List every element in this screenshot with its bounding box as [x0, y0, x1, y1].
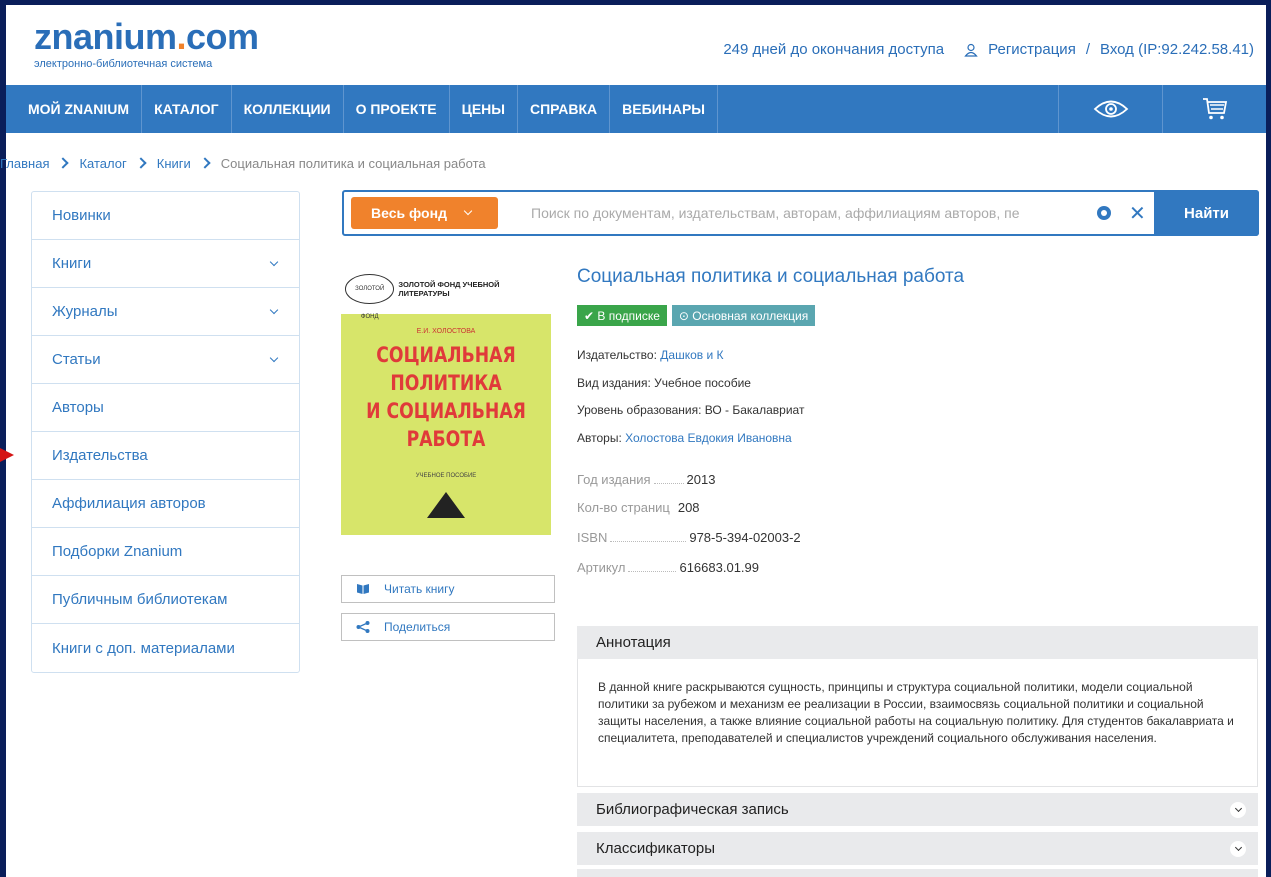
red-arrow-marker	[0, 448, 14, 462]
sidebar-item-authors[interactable]: Авторы	[32, 384, 299, 432]
chevron-right-icon	[135, 157, 147, 169]
education-level: Уровень образования: ВО - Бакалавриат	[577, 403, 805, 417]
accessibility-eye-button[interactable]	[1058, 85, 1162, 133]
isbn-row: ISBN 978-5-394-02003-2	[577, 530, 801, 545]
account-bar: 249 дней до окончания доступа Регистраци…	[723, 41, 1254, 58]
chevron-down-icon	[463, 206, 473, 216]
nav-tools	[1058, 85, 1266, 133]
search-scope-dropdown[interactable]: Весь фонд	[351, 197, 498, 229]
collection-badge[interactable]: ⊙ Основная коллекция	[671, 305, 816, 326]
author-link[interactable]: Холостова Евдокия Ивановна	[625, 431, 792, 445]
chevron-right-icon	[199, 157, 211, 169]
cover-seal-logo: ЗОЛОТОЙ ФОНД	[345, 274, 395, 320]
breadcrumb: Главная Каталог Книги Социальная политика и…	[0, 156, 486, 171]
subscription-badge: ✔ В подписке	[577, 305, 667, 326]
sidebar-item-public-libraries[interactable]: Публичным библиотекам	[32, 576, 299, 624]
sidebar-item-articles[interactable]: Статьи	[32, 336, 299, 384]
access-days-link[interactable]: 249 дней до окончания доступа	[723, 41, 944, 58]
pages-row: Кол-во страниц 208	[577, 500, 700, 515]
article-value: 616683.01.99	[679, 560, 759, 575]
bibliography-panel-header[interactable]: Библиографическая запись	[577, 793, 1258, 826]
sidebar-item-publishers[interactable]: Издательства	[32, 432, 299, 480]
article-row: Артикул 616683.01.99	[577, 560, 759, 575]
book-icon	[357, 584, 369, 594]
site-logo[interactable]: znanium.com	[34, 19, 259, 55]
share-button[interactable]: Поделиться	[341, 613, 555, 641]
sidebar-item-affiliations[interactable]: Аффилиация авторов	[32, 480, 299, 528]
nav-my-znanium[interactable]: МОЙ ZNANIUM	[6, 85, 143, 133]
user-icon	[964, 43, 978, 57]
book-title: Социальная политика и социальная работа	[577, 266, 965, 287]
search-bar: Весь фонд Поиск по документам, издательс…	[342, 190, 1259, 236]
read-book-button[interactable]: Читать книгу	[341, 575, 555, 603]
publisher-logo-icon	[427, 492, 465, 518]
logo-subtitle: электронно-библиотечная система	[34, 58, 213, 70]
cover-title-line-1: СОЦИАЛЬНАЯ ПОЛИТИКА	[376, 343, 516, 395]
annotation-text: В данной книге раскрываются сущность, пр…	[577, 659, 1258, 787]
eye-icon	[1093, 100, 1128, 118]
chevron-right-icon	[57, 157, 70, 169]
login-link[interactable]: Вход (IP:92.242.58.41)	[1100, 41, 1254, 58]
cover-type: УЧЕБНОЕ ПОСОБИЕ	[415, 473, 477, 479]
close-icon[interactable]: ✕	[1129, 201, 1146, 226]
classifiers-panel-header[interactable]: Классификаторы	[577, 832, 1258, 865]
nav-about[interactable]: О ПРОЕКТЕ	[344, 85, 450, 133]
cover-title-line-2: И СОЦИАЛЬНАЯ РАБОТА	[366, 399, 526, 451]
chevron-down-icon	[1230, 840, 1246, 857]
publisher-link[interactable]: Дашков и К	[660, 348, 723, 362]
nav-webinars[interactable]: ВЕБИНАРЫ	[610, 85, 718, 133]
site-header: znanium.com электронно-библиотечная сист…	[6, 5, 1266, 85]
window-frame-right	[1266, 0, 1271, 877]
breadcrumb-catalog[interactable]: Каталог	[79, 156, 126, 171]
register-link[interactable]: Регистрация	[988, 41, 1076, 58]
sidebar-item-books[interactable]: Книги	[32, 240, 299, 288]
nav-catalog[interactable]: КАТАЛОГ	[142, 85, 232, 133]
year-value: 2013	[686, 472, 716, 487]
breadcrumb-books[interactable]: Книги	[157, 156, 191, 171]
nav-prices[interactable]: ЦЕНЫ	[450, 85, 518, 133]
breadcrumb-current: Социальная политика и социальная работа	[220, 156, 486, 171]
chevron-down-icon	[269, 305, 279, 314]
sidebar-item-extra-materials[interactable]: Книги с доп. материалами	[32, 624, 299, 672]
nav-help[interactable]: СПРАВКА	[518, 85, 611, 133]
sidebar-item-selections[interactable]: Подборки Znanium	[32, 528, 299, 576]
cart-icon	[1202, 98, 1227, 120]
sidebar-item-journals[interactable]: Журналы	[32, 288, 299, 336]
next-panel-header[interactable]	[577, 869, 1258, 877]
main-nav: МОЙ ZNANIUM КАТАЛОГ КОЛЛЕКЦИИ О ПРОЕКТЕ …	[6, 85, 1266, 133]
pages-value: 208	[677, 500, 700, 515]
book-cover[interactable]: ЗОЛОТОЙ ФОНД ЗОЛОТОЙ ФОНД УЧЕБНОЙ ЛИТЕРА…	[341, 264, 551, 535]
share-icon	[356, 621, 370, 633]
chevron-down-icon	[1230, 801, 1246, 818]
header-separator: /	[1085, 41, 1090, 58]
cart-button[interactable]	[1162, 85, 1266, 133]
isbn-value: 978-5-394-02003-2	[689, 530, 801, 545]
authors-line: Авторы: Холостова Евдокия Ивановна	[577, 431, 792, 445]
chevron-down-icon	[269, 257, 279, 266]
publisher-line: Издательство: Дашков и К	[577, 348, 724, 362]
chevron-down-icon	[269, 353, 279, 362]
edition-type: Вид издания: Учебное пособие	[577, 376, 751, 390]
catalog-sidebar: Новинки Книги Журналы Статьи Авторы Изда…	[31, 191, 300, 673]
breadcrumb-home[interactable]: Главная	[0, 156, 49, 171]
search-input[interactable]: Поиск по документам, издательствам, авто…	[531, 205, 1091, 221]
cover-series: ЗОЛОТОЙ ФОНД УЧЕБНОЙ ЛИТЕРАТУРЫ	[398, 280, 500, 298]
book-badges: ✔ В подписке ⊙ Основная коллекция	[577, 305, 816, 326]
annotation-panel-header[interactable]: Аннотация	[577, 626, 1258, 659]
sidebar-item-new[interactable]: Новинки	[32, 192, 299, 240]
settings-gear-icon[interactable]	[1097, 206, 1111, 220]
nav-collections[interactable]: КОЛЛЕКЦИИ	[232, 85, 344, 133]
search-submit-button[interactable]: Найти	[1154, 190, 1259, 236]
year-row: Год издания 2013	[577, 472, 716, 487]
